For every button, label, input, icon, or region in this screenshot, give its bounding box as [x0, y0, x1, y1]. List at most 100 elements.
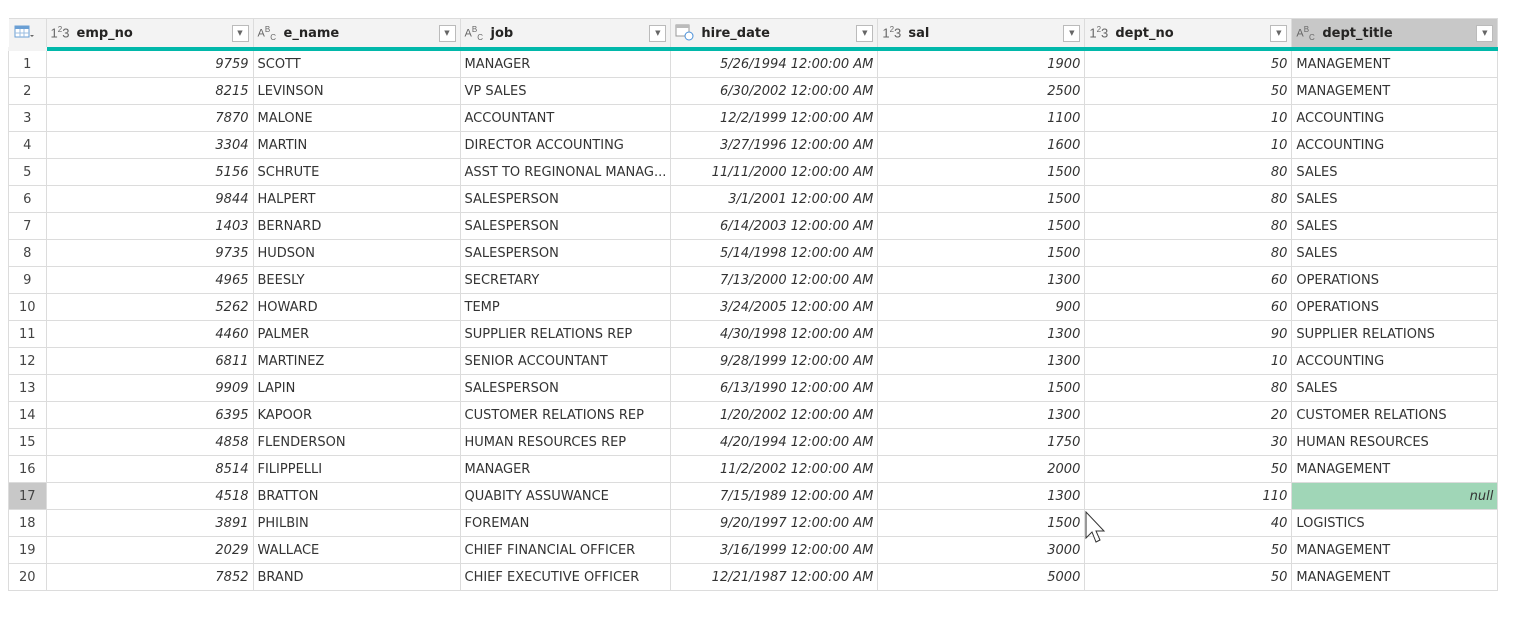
cell-hire-date[interactable]: 5/26/1994 12:00:00 AM [670, 48, 879, 78]
cell-e-name[interactable]: SCOTT [252, 48, 461, 78]
cell-dept-no[interactable]: 30 [1084, 428, 1293, 456]
cell-sal[interactable]: 1300 [877, 320, 1086, 348]
cell-dept-title[interactable]: ACCOUNTING [1291, 104, 1499, 132]
table-menu-button[interactable] [8, 18, 47, 51]
cell-dept-title[interactable]: SALES [1291, 158, 1499, 186]
text-type-icon[interactable]: ABC [465, 25, 491, 42]
cell-emp-no[interactable]: 4965 [45, 266, 254, 294]
row-number[interactable]: 5 [8, 158, 47, 186]
cell-job[interactable]: CHIEF EXECUTIVE OFFICER [459, 563, 672, 591]
cell-sal[interactable]: 1300 [877, 347, 1086, 375]
cell-sal[interactable]: 1500 [877, 509, 1086, 537]
cell-emp-no[interactable]: 4518 [45, 482, 254, 510]
cell-hire-date[interactable]: 12/2/1999 12:00:00 AM [670, 104, 879, 132]
cell-e-name[interactable]: HOWARD [252, 293, 461, 321]
cell-job[interactable]: QUABITY ASSUWANCE [459, 482, 672, 510]
cell-sal[interactable]: 1100 [877, 104, 1086, 132]
column-header-hire-date[interactable]: hire_date ▼ [670, 18, 879, 51]
cell-emp-no[interactable]: 5262 [45, 293, 254, 321]
cell-e-name[interactable]: FILIPPELLI [252, 455, 461, 483]
cell-hire-date[interactable]: 9/20/1997 12:00:00 AM [670, 509, 879, 537]
cell-e-name[interactable]: PALMER [252, 320, 461, 348]
cell-dept-title[interactable]: HUMAN RESOURCES [1291, 428, 1499, 456]
cell-job[interactable]: CHIEF FINANCIAL OFFICER [459, 536, 672, 564]
cell-dept-title[interactable]: OPERATIONS [1291, 266, 1499, 294]
cell-emp-no[interactable]: 6811 [45, 347, 254, 375]
column-header-dept-no[interactable]: 123 dept_no ▼ [1084, 18, 1293, 51]
cell-sal[interactable]: 1300 [877, 266, 1086, 294]
cell-sal[interactable]: 1500 [877, 212, 1086, 240]
cell-sal[interactable]: 1600 [877, 131, 1086, 159]
row-number[interactable]: 10 [8, 293, 47, 321]
filter-dropdown-button[interactable]: ▼ [1476, 24, 1494, 42]
cell-dept-no[interactable]: 80 [1084, 212, 1293, 240]
cell-emp-no[interactable]: 7870 [45, 104, 254, 132]
row-number[interactable]: 11 [8, 320, 47, 348]
cell-sal[interactable]: 1500 [877, 374, 1086, 402]
cell-dept-no[interactable]: 80 [1084, 185, 1293, 213]
cell-hire-date[interactable]: 3/24/2005 12:00:00 AM [670, 293, 879, 321]
cell-hire-date[interactable]: 4/20/1994 12:00:00 AM [670, 428, 879, 456]
cell-dept-no[interactable]: 90 [1084, 320, 1293, 348]
row-number[interactable]: 1 [8, 48, 47, 78]
cell-dept-no[interactable]: 40 [1084, 509, 1293, 537]
cell-e-name[interactable]: HUDSON [252, 239, 461, 267]
cell-sal[interactable]: 1300 [877, 401, 1086, 429]
cell-dept-no[interactable]: 50 [1084, 455, 1293, 483]
cell-dept-title[interactable]: SALES [1291, 212, 1499, 240]
row-number[interactable]: 3 [8, 104, 47, 132]
cell-emp-no[interactable]: 2029 [45, 536, 254, 564]
cell-dept-no[interactable]: 20 [1084, 401, 1293, 429]
cell-dept-no[interactable]: 50 [1084, 48, 1293, 78]
number-type-icon[interactable]: 123 [882, 25, 908, 40]
cell-job[interactable]: SALESPERSON [459, 239, 672, 267]
cell-dept-title[interactable]: ACCOUNTING [1291, 347, 1499, 375]
row-number[interactable]: 9 [8, 266, 47, 294]
cell-e-name[interactable]: MARTINEZ [252, 347, 461, 375]
filter-dropdown-button[interactable]: ▼ [1270, 24, 1288, 42]
cell-dept-no[interactable]: 60 [1084, 293, 1293, 321]
cell-emp-no[interactable]: 3891 [45, 509, 254, 537]
cell-emp-no[interactable]: 9909 [45, 374, 254, 402]
row-number[interactable]: 14 [8, 401, 47, 429]
cell-e-name[interactable]: HALPERT [252, 185, 461, 213]
cell-hire-date[interactable]: 5/14/1998 12:00:00 AM [670, 239, 879, 267]
cell-dept-no[interactable]: 50 [1084, 77, 1293, 105]
cell-dept-title[interactable]: MANAGEMENT [1291, 455, 1499, 483]
cell-emp-no[interactable]: 8514 [45, 455, 254, 483]
cell-emp-no[interactable]: 9759 [45, 48, 254, 78]
datetime-type-icon[interactable] [675, 23, 701, 44]
cell-emp-no[interactable]: 7852 [45, 563, 254, 591]
cell-e-name[interactable]: PHILBIN [252, 509, 461, 537]
cell-hire-date[interactable]: 3/1/2001 12:00:00 AM [670, 185, 879, 213]
cell-e-name[interactable]: MARTIN [252, 131, 461, 159]
cell-emp-no[interactable]: 8215 [45, 77, 254, 105]
filter-dropdown-button[interactable]: ▼ [231, 24, 249, 42]
cell-job[interactable]: SENIOR ACCOUNTANT [459, 347, 672, 375]
cell-dept-title[interactable]: SALES [1291, 374, 1499, 402]
cell-hire-date[interactable]: 11/2/2002 12:00:00 AM [670, 455, 879, 483]
cell-job[interactable]: FOREMAN [459, 509, 672, 537]
filter-dropdown-button[interactable]: ▼ [1063, 24, 1081, 42]
cell-job[interactable]: CUSTOMER RELATIONS REP [459, 401, 672, 429]
cell-emp-no[interactable]: 5156 [45, 158, 254, 186]
cell-dept-no[interactable]: 10 [1084, 347, 1293, 375]
cell-emp-no[interactable]: 9844 [45, 185, 254, 213]
row-number[interactable]: 13 [8, 374, 47, 402]
cell-sal[interactable]: 1500 [877, 239, 1086, 267]
cell-e-name[interactable]: MALONE [252, 104, 461, 132]
cell-job[interactable]: MANAGER [459, 455, 672, 483]
cell-sal[interactable]: 900 [877, 293, 1086, 321]
cell-e-name[interactable]: LAPIN [252, 374, 461, 402]
cell-job[interactable]: SALESPERSON [459, 185, 672, 213]
cell-hire-date[interactable]: 9/28/1999 12:00:00 AM [670, 347, 879, 375]
cell-job[interactable]: MANAGER [459, 48, 672, 78]
cell-e-name[interactable]: BRAND [252, 563, 461, 591]
cell-dept-title[interactable]: MANAGEMENT [1291, 536, 1499, 564]
cell-hire-date[interactable]: 7/13/2000 12:00:00 AM [670, 266, 879, 294]
cell-dept-no[interactable]: 10 [1084, 104, 1293, 132]
cell-job[interactable]: SALESPERSON [459, 374, 672, 402]
cell-job[interactable]: TEMP [459, 293, 672, 321]
cell-dept-title[interactable]: SALES [1291, 185, 1499, 213]
cell-e-name[interactable]: BEESLY [252, 266, 461, 294]
